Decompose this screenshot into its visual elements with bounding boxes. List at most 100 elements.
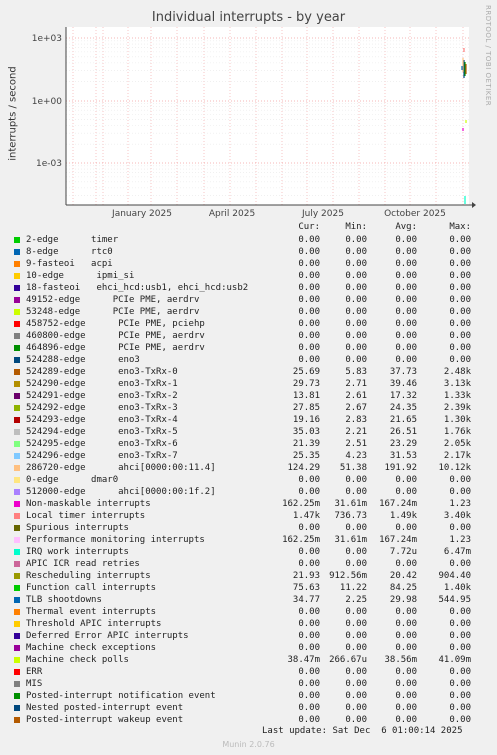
legend-label: 49152-edge PCIe PME, aerdrv [26, 295, 200, 305]
legend-max: 0.00 [449, 607, 471, 617]
legend-label: 8-edge rtc0 [26, 247, 113, 257]
legend-label: 18-fasteoi ehci_hcd:usb1, ehci_hcd:usb2 [26, 283, 249, 293]
plot-background [66, 27, 469, 205]
legend-swatch [14, 357, 20, 363]
legend-swatch [14, 453, 20, 459]
legend-label: Rescheduling interrupts [26, 571, 151, 581]
legend-swatch [14, 585, 20, 591]
legend-avg: 0.00 [395, 259, 417, 269]
legend-swatch [14, 693, 20, 699]
legend-label: 524288-edge eno3 [26, 355, 140, 365]
x-tick-label: October 2025 [384, 209, 446, 219]
legend-row: 458752-edge PCIe PME, pciehp 0.00 0.00 0.00… [14, 319, 484, 331]
legend-row: Threshold APIC interrupts 0.00 0.00 0.00 0.0… [14, 619, 484, 631]
legend-avg: 1.49k [389, 511, 417, 521]
legend-max: 1.33k [443, 391, 471, 401]
legend-row: 524289-edge eno3-TxRx-0 25.69 5.83 37.73 2.4… [14, 367, 484, 379]
legend-avg: 39.46 [389, 379, 417, 389]
legend-max: 544.95 [438, 595, 471, 605]
legend-avg: 0.00 [395, 643, 417, 653]
x-axis-arrow [472, 202, 476, 208]
y-tick-label: 1e+00 [32, 97, 63, 107]
legend-label: 286720-edge ahci[0000:00:11.4] [26, 463, 216, 473]
legend-swatch [14, 489, 20, 495]
legend-label: 524291-edge eno3-TxRx-2 [26, 391, 178, 401]
legend-row: Rescheduling interrupts 21.93 912.56m 20.42… [14, 571, 484, 583]
legend-row: MIS 0.00 0.00 0.00 0.00 [14, 679, 484, 691]
legend-row: Nested posted-interrupt event 0.00 0.00 0.0… [14, 703, 484, 715]
legend-row: 0-edge dmar0 0.00 0.00 0.00 0.00 [14, 475, 484, 487]
legend-swatch [14, 501, 20, 507]
legend-swatch [14, 393, 20, 399]
legend-max: 1.76k [443, 427, 471, 437]
legend-swatch [14, 261, 20, 267]
legend-label: Machine check exceptions [26, 643, 157, 653]
legend-row: 460800-edge PCIe PME, aerdrv 0.00 0.00 0.00… [14, 331, 484, 343]
legend-swatch [14, 417, 20, 423]
y-tick-labels: 1e+03 1e+00 1e-03 [32, 34, 63, 169]
legend-swatch [14, 573, 20, 579]
legend-label: Posted-interrupt wakeup event [26, 715, 184, 725]
legend-max: 41.09m [438, 655, 471, 665]
legend-avg: 0.00 [395, 679, 417, 689]
legend-avg: 0.00 [395, 319, 417, 329]
legend-swatch [14, 429, 20, 435]
legend-max: 0.00 [449, 355, 471, 365]
legend-label: Non-maskable interrupts [26, 499, 151, 509]
y-tick-label: 1e+03 [32, 34, 62, 44]
legend-max: 10.12k [438, 463, 471, 473]
legend-max: 1.23 [449, 535, 471, 545]
legend-label: 2-edge timer [26, 235, 119, 245]
legend-label: APIC ICR read retries [26, 559, 140, 569]
legend-avg: 31.53 [389, 451, 417, 461]
legend-max: 0.00 [449, 643, 471, 653]
legend-swatch [14, 441, 20, 447]
x-tick-labels: January 2025 April 2025 July 2025 October 2… [111, 209, 446, 219]
legend-swatch [14, 513, 20, 519]
legend-avg: 0.00 [395, 559, 417, 569]
legend-row: Machine check polls 38.47m 266.67u 38.56m 41… [14, 655, 484, 667]
legend-label: 524295-edge eno3-TxRx-6 [26, 439, 178, 449]
munin-version: Munin 2.0.76 [222, 740, 275, 749]
legend-max: 3.13k [443, 379, 471, 389]
plot-area: 1e+03 1e+00 1e-03 January 2025 April 2025 Ju… [32, 27, 476, 219]
legend-avg: 191.92 [384, 463, 417, 473]
legend-row: 10-edge ipmi_si 0.00 0.00 0.00 0.00 [14, 271, 484, 283]
legend-row: Function call interrupts 75.63 11.22 84.25 1… [14, 583, 484, 595]
legend-row: Local timer interrupts 1.47k 736.73 1.49k 3.… [14, 511, 484, 523]
legend-swatch [14, 621, 20, 627]
legend-swatch [14, 597, 20, 603]
legend-swatch [14, 321, 20, 327]
legend-max: 904.40 [438, 571, 471, 581]
legend-row: 524296-edge eno3-TxRx-7 25.35 4.23 31.53 2.1… [14, 451, 484, 463]
legend-row: Machine check exceptions 0.00 0.00 0.00 0.00 [14, 643, 484, 655]
legend-avg: 7.72u [389, 547, 417, 557]
legend-row: Non-maskable interrupts 162.25m 31.61m 167.… [14, 499, 484, 511]
legend-max: 0.00 [449, 487, 471, 497]
legend-avg: 26.51 [389, 427, 417, 437]
legend-avg: 0.00 [395, 691, 417, 701]
legend-avg: 0.00 [395, 247, 417, 257]
legend-label: 512000-edge ahci[0000:00:1f.2] [26, 487, 216, 497]
legend-label: MIS [26, 679, 43, 689]
legend-max: 6.47m [443, 547, 471, 557]
legend-max: 0.00 [449, 247, 471, 257]
legend-label: Deferred Error APIC interrupts [26, 631, 189, 641]
legend-swatch [14, 345, 20, 351]
legend-row: 524294-edge eno3-TxRx-5 35.03 2.21 26.51 1.7… [14, 427, 484, 439]
legend-swatch [14, 477, 20, 483]
x-tick-label: January 2025 [111, 209, 172, 219]
legend-label: 524296-edge eno3-TxRx-7 [26, 451, 178, 461]
legend-label: 524293-edge eno3-TxRx-4 [26, 415, 178, 425]
legend-row: 18-fasteoi ehci_hcd:usb1, ehci_hcd:usb2 0… [14, 283, 484, 295]
legend-label: Spurious interrupts [26, 523, 129, 533]
legend-avg: 37.73 [389, 367, 417, 377]
last-update: Last update: Sat Dec 6 01:00:14 2025 [262, 726, 463, 736]
legend-row: Performance monitoring interrupts 162.25m… [14, 535, 484, 547]
legend-swatch [14, 525, 20, 531]
legend-row: 524295-edge eno3-TxRx-6 21.39 2.51 23.29 2.0… [14, 439, 484, 451]
legend-row: 2-edge timer 0.00 0.00 0.00 0.00 [14, 235, 484, 247]
legend-row: 524291-edge eno3-TxRx-2 13.81 2.61 17.32 1.3… [14, 391, 484, 403]
legend-row: 53248-edge PCIe PME, aerdrv 0.00 0.00 0.00 0… [14, 307, 484, 319]
legend-swatch [14, 645, 20, 651]
